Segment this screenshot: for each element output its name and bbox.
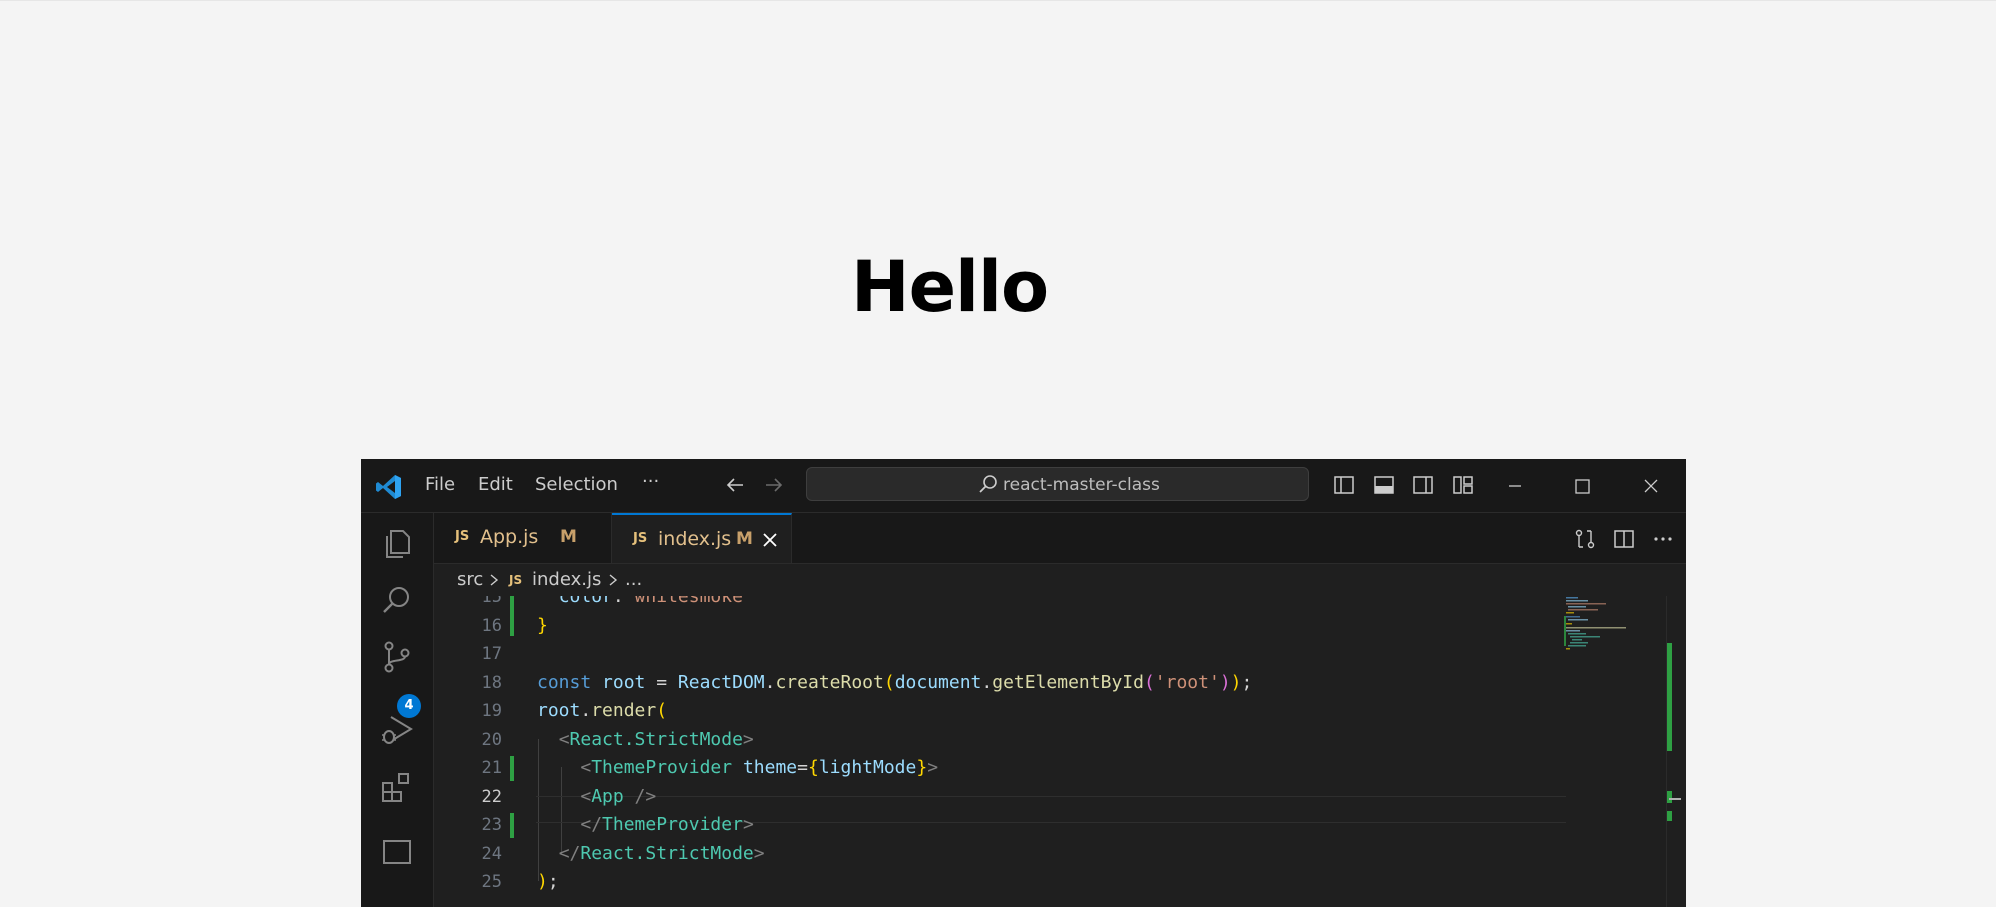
vscode-logo-icon [376, 475, 401, 499]
code-editor[interactable]: 15 color:"whitesmoke" 16 } 17 18 const r… [434, 596, 1686, 907]
line-number: 23 [481, 815, 502, 835]
line-number: 22 [481, 786, 502, 807]
line-number: 17 [481, 644, 502, 664]
open-changes-icon[interactable] [1573, 527, 1597, 551]
chevron-right-icon [490, 574, 499, 586]
menu-more[interactable]: ··· [642, 471, 659, 493]
tab-label: App.js [480, 526, 539, 548]
menu-file[interactable]: File [425, 474, 455, 496]
tab-bar: JS App.js M JS index.js M [434, 513, 1686, 564]
source-control-icon[interactable] [379, 639, 415, 675]
more-actions-icon[interactable] [1651, 527, 1675, 551]
line-number: 15 [481, 596, 502, 607]
line-code: root.render( [537, 700, 668, 721]
line-code: ); [537, 871, 559, 892]
js-file-icon: JS [509, 573, 523, 587]
line-code: </React.StrictMode> [558, 842, 765, 864]
modified-gutter-mark [510, 813, 514, 838]
toggle-panel-icon[interactable] [1372, 473, 1396, 497]
top-divider [0, 0, 1996, 1]
explorer-icon[interactable] [379, 525, 415, 561]
panel-icon[interactable] [379, 833, 415, 869]
title-bar: File Edit Selection ··· react-master-cla… [361, 459, 1686, 513]
line-number: 16 [481, 615, 502, 636]
line-number: 24 [481, 843, 502, 864]
code-line-current: 22 <App /> [434, 783, 1634, 812]
tab-close-icon[interactable] [760, 530, 780, 550]
page-heading: Hello [851, 246, 1049, 328]
chevron-right-icon [609, 574, 618, 586]
code-line: 17 [434, 640, 1634, 669]
scroll-change-mark [1667, 643, 1672, 751]
tab-app-js[interactable]: JS App.js M [434, 513, 612, 563]
js-file-icon: JS [455, 529, 470, 544]
line-code: const root = ReactDOM.createRoot(documen… [537, 671, 1253, 693]
code-line: 23 </ThemeProvider> [434, 811, 1634, 840]
line-code: </ThemeProvider> [580, 814, 754, 835]
line-code: <App /> [580, 785, 657, 807]
js-file-icon: JS [633, 531, 648, 546]
code-line: 21 <ThemeProvider theme={lightMode}> [434, 754, 1634, 783]
code-line: 18 const root = ReactDOM.createRoot(docu… [434, 669, 1634, 698]
breadcrumb: src JS index.js ... [434, 564, 1686, 596]
code-line: 24 </React.StrictMode> [434, 840, 1634, 869]
search-text: react-master-class [1003, 475, 1160, 495]
scroll-change-mark [1667, 811, 1672, 821]
line-code: color:"whitesmoke" [558, 596, 754, 607]
line-code: <React.StrictMode> [558, 728, 754, 750]
vscode-window: File Edit Selection ··· react-master-cla… [361, 459, 1686, 907]
command-center-search[interactable]: react-master-class [806, 467, 1309, 501]
scroll-change-mark [1667, 791, 1672, 803]
code-line: 15 color:"whitesmoke" [434, 596, 1634, 612]
customize-layout-icon[interactable] [1451, 473, 1475, 497]
menu-edit[interactable]: Edit [478, 474, 513, 496]
tab-modified-indicator: M [560, 527, 577, 547]
search-icon [979, 475, 997, 493]
maximize-icon[interactable] [1567, 471, 1597, 501]
breadcrumb-file[interactable]: index.js [532, 569, 601, 590]
modified-gutter-mark [510, 756, 514, 781]
cursor-position-mark [1669, 798, 1681, 800]
code-line: 20 <React.StrictMode> [434, 726, 1634, 755]
line-code: } [537, 614, 548, 636]
line-number: 25 [481, 872, 502, 892]
code-line: 25 ); [434, 868, 1634, 897]
breadcrumb-symbol[interactable]: ... [625, 569, 642, 590]
minimap[interactable] [1564, 596, 1649, 656]
code-line: 19 root.render( [434, 697, 1634, 726]
arrow-left-icon[interactable] [722, 472, 748, 498]
menu-selection[interactable]: Selection [535, 474, 618, 496]
line-number: 19 [481, 701, 502, 721]
close-icon[interactable] [1636, 471, 1666, 501]
minimize-icon[interactable] [1500, 471, 1530, 501]
split-editor-icon[interactable] [1612, 527, 1636, 551]
tab-label: index.js [658, 528, 732, 550]
activity-bar: 4 [361, 513, 434, 907]
run-debug-icon[interactable] [379, 711, 415, 747]
line-code: <ThemeProvider theme={lightMode}> [580, 757, 939, 778]
arrow-right-icon[interactable] [761, 472, 787, 498]
modified-gutter-mark [510, 596, 514, 636]
scrollbar[interactable] [1666, 596, 1681, 907]
line-number: 20 [481, 729, 502, 750]
extensions-icon[interactable] [379, 769, 415, 805]
search-view-icon[interactable] [379, 583, 415, 619]
line-number: 18 [481, 672, 502, 693]
tab-index-js[interactable]: JS index.js M [612, 513, 792, 563]
toggle-primary-sidebar-icon[interactable] [1332, 473, 1356, 497]
code-line: 16 } [434, 612, 1634, 641]
line-number: 21 [481, 758, 502, 778]
breadcrumb-folder[interactable]: src [457, 569, 483, 590]
toggle-secondary-sidebar-icon[interactable] [1411, 473, 1435, 497]
tab-modified-indicator: M [736, 529, 753, 549]
